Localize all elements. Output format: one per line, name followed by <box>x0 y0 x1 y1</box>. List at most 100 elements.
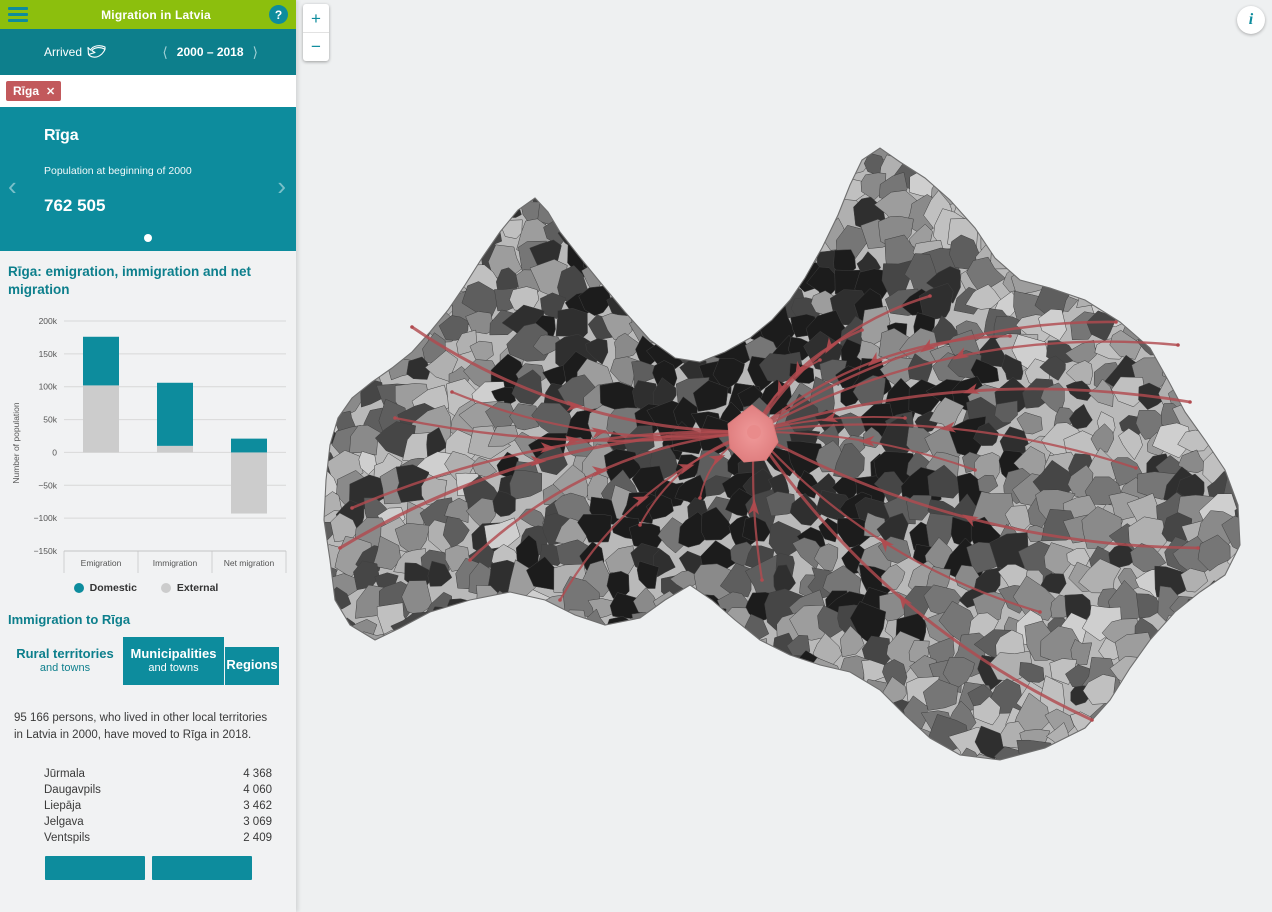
selected-region-tag[interactable]: Rīga ✕ <box>6 81 62 101</box>
bar-segment[interactable] <box>157 445 193 453</box>
flow-origin-dot <box>338 546 342 550</box>
y-tick-label: −50k <box>38 480 57 490</box>
flow-origin-dot <box>1134 466 1138 470</box>
action-button-left[interactable] <box>44 856 145 881</box>
destination-value: 4 368 <box>243 768 272 781</box>
chart-y-axis-title: Number of population <box>11 402 21 484</box>
destination-name: Jūrmala <box>44 768 85 781</box>
action-button-right[interactable] <box>151 856 252 881</box>
card-next-button[interactable]: › <box>277 171 286 202</box>
app-header: Migration in Latvia ? <box>0 0 296 29</box>
card-metric-label: Population at beginning of 2000 <box>44 165 192 177</box>
immigration-summary-text: 95 166 persons, who lived in other local… <box>8 696 288 755</box>
flow-origin-dot <box>558 598 562 602</box>
legend-item[interactable]: Domestic <box>73 581 137 594</box>
flow-origin-dot <box>1188 400 1192 404</box>
destination-row[interactable]: Daugavpils 4 060 <box>14 782 282 798</box>
curved-arrow-inbound-icon <box>87 45 106 58</box>
immigration-section: Immigration to Rīga Rural territories an… <box>0 599 296 881</box>
bar-segment[interactable] <box>231 452 267 514</box>
x-tick-label: Immigration <box>153 558 198 568</box>
tab-regions-label: Regions <box>226 657 278 673</box>
bar-segment[interactable] <box>157 382 193 446</box>
zoom-in-button[interactable]: + <box>303 4 329 32</box>
legend-label: Domestic <box>89 581 137 594</box>
card-prev-button[interactable]: ‹ <box>8 171 17 202</box>
flow-origin-dot <box>468 558 472 562</box>
chart-y-axis-ticks: −150k −100k −50k 0 50k 100k 150k 200k <box>34 316 58 556</box>
y-tick-label: 150k <box>39 348 58 358</box>
legend-item[interactable]: External <box>160 581 219 594</box>
tab-municipalities[interactable]: Municipalities and towns <box>123 636 224 685</box>
filter-bar: Arrived ⟨ 2000 – 2018 ⟩ <box>0 29 296 75</box>
destination-row[interactable]: Jūrmala 4 368 <box>14 766 282 782</box>
destination-name: Ventspils <box>44 832 91 845</box>
left-sidebar: Migration in Latvia ? Arrived ⟨ 2000 – 2… <box>0 0 296 912</box>
territory-level-tabs[interactable]: Rural territories and towns Municipaliti… <box>8 636 288 685</box>
card-dot[interactable] <box>144 234 152 242</box>
bar-segment[interactable] <box>83 336 119 386</box>
flow-origin-dot <box>698 496 702 500</box>
destination-value: 3 069 <box>243 816 272 829</box>
immigration-title: Immigration to Rīga <box>8 611 131 627</box>
destination-row[interactable]: Liepāja 3 462 <box>14 798 282 814</box>
bar-segment[interactable] <box>231 438 267 453</box>
flow-origin-dot <box>1176 343 1180 347</box>
flow-origin-dot <box>350 506 354 510</box>
tab-regions[interactable]: Regions <box>225 646 279 685</box>
direction-toggle[interactable]: Arrived <box>44 44 107 60</box>
period-label: 2000 – 2018 <box>176 45 244 59</box>
help-icon[interactable]: ? <box>269 5 288 24</box>
region-info-card: ‹ › Rīga Population at beginning of 2000… <box>0 109 296 251</box>
destination-name: Liepāja <box>44 800 82 813</box>
flow-origin-dot <box>410 325 414 329</box>
migration-bar-chart[interactable]: −150k −100k −50k 0 50k 100k 150k 200k Emigratio… <box>8 313 288 578</box>
tab-rural-sublabel: and towns <box>39 661 91 674</box>
flow-origin-dot <box>860 328 864 332</box>
list-action-buttons[interactable] <box>8 846 288 881</box>
period-selector[interactable]: ⟨ 2000 – 2018 ⟩ <box>162 44 258 61</box>
flow-origin-dot <box>973 468 977 472</box>
destination-name: Daugavpils <box>44 784 101 797</box>
destination-list[interactable]: Jūrmala 4 368 Daugavpils 4 060 Liepāja 3 462 J… <box>8 766 288 847</box>
flow-origin-dot <box>903 416 907 420</box>
chart-x-axis-labels: Emigration Immigration Net migration <box>63 550 287 573</box>
legend-swatch <box>160 582 171 593</box>
destination-row[interactable]: Ventspils 2 409 <box>14 830 282 846</box>
card-metric-value: 762 505 <box>44 196 106 215</box>
application-root: + − i Migration in Latvia ? Arrived ⟨ 20… <box>0 0 1272 912</box>
flow-origin-dot <box>450 390 454 394</box>
selection-search-bar[interactable]: Rīga ✕ <box>0 75 296 109</box>
card-pagination-dots[interactable] <box>0 234 296 242</box>
flow-origin-dot <box>1038 610 1042 614</box>
tab-rural-territories[interactable]: Rural territories and towns <box>8 637 122 685</box>
flow-origin-dot <box>638 523 642 527</box>
close-icon[interactable]: ✕ <box>46 85 55 98</box>
x-tick-label: Net migration <box>224 558 275 568</box>
selected-region-label: Rīga <box>13 84 40 98</box>
tab-municipalities-sublabel: and towns <box>148 661 199 674</box>
legend-swatch <box>73 582 84 593</box>
zoom-out-button[interactable]: − <box>303 32 329 60</box>
flow-origin-dot <box>393 416 397 420</box>
destination-row[interactable]: Jelgava 3 069 <box>14 814 282 830</box>
period-prev-button[interactable]: ⟨ <box>162 44 167 61</box>
map-zoom-controls[interactable]: + − <box>303 4 329 61</box>
y-tick-label: 0 <box>52 447 57 457</box>
direction-label: Arrived <box>44 45 83 59</box>
legend-label: External <box>176 581 219 594</box>
period-next-button[interactable]: ⟩ <box>253 44 258 61</box>
chart-title: Rīga: emigration, immigration and net mi… <box>8 264 252 297</box>
flow-origin-dot <box>1090 718 1094 722</box>
y-tick-label: −150k <box>34 546 58 556</box>
chart-legend: Domestic External <box>8 582 284 594</box>
destination-value: 2 409 <box>243 832 272 845</box>
bar-segment[interactable] <box>83 385 119 453</box>
chart-bars[interactable] <box>83 336 267 514</box>
destination-name: Jelgava <box>44 816 84 829</box>
flow-origin-dot <box>818 358 822 362</box>
page-title: Migration in Latvia <box>101 7 211 22</box>
info-icon[interactable]: i <box>1237 6 1265 34</box>
y-tick-label: 100k <box>39 381 58 391</box>
tab-rural-label: Rural territories <box>16 645 114 661</box>
